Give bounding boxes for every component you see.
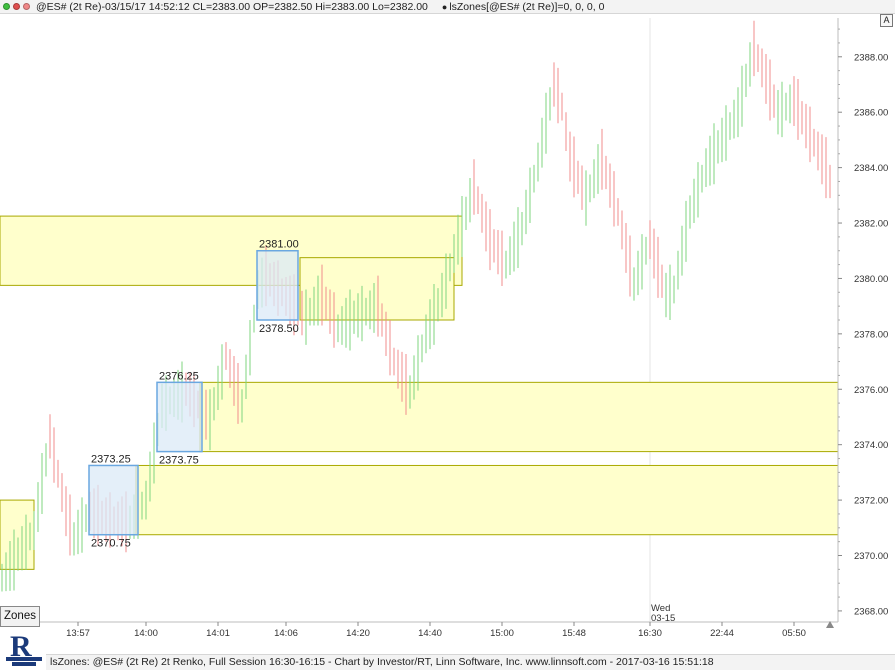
status-bar: lsZones: @ES# (2t Re) 2t Renko, Full Ses…	[46, 654, 895, 670]
zone-rect	[135, 464, 839, 536]
price-tick-label: 2382.00	[854, 219, 888, 230]
price-tick-label: 2378.00	[854, 329, 888, 340]
time-tick-label: 15:48	[562, 628, 586, 639]
session-date-label: 03-15	[651, 613, 675, 624]
box-top-label: 2376.25	[159, 370, 199, 382]
box-bottom-label: 2373.75	[159, 455, 199, 467]
time-tick-label: 15:00	[490, 628, 514, 639]
price-tick-label: 2376.00	[854, 385, 888, 396]
status-dot-red-icon	[23, 3, 30, 10]
time-tick-label: 14:06	[274, 628, 298, 639]
price-tick-label: 2386.00	[854, 108, 888, 119]
investor-rt-logo-icon: R	[6, 630, 42, 666]
price-tick-label: 2384.00	[854, 163, 888, 174]
price-axis: 2368.00 2370.00 2372.00 2374.00 2376.00 2378.…	[837, 18, 888, 622]
box-bottom-label: 2378.50	[259, 323, 299, 335]
time-tick-label: 14:00	[134, 628, 158, 639]
time-tick-label: 14:01	[206, 628, 230, 639]
price-tick-label: 2370.00	[854, 551, 888, 562]
title-bar: @ES# (2t Re)-03/15/17 14:52:12 CL=2383.0…	[0, 0, 895, 14]
time-tick-label: 05:50	[782, 628, 806, 639]
zone-rect	[199, 381, 839, 453]
price-tick-label: 2368.00	[854, 606, 888, 617]
time-tick-label: 14:40	[418, 628, 442, 639]
zone-rect	[299, 257, 455, 321]
status-dot-green-icon	[3, 3, 10, 10]
box-bottom-label: 2370.75	[91, 538, 131, 550]
renko-chart[interactable]: 2381.00 2378.50 2376.25 2373.75 2373.25 2370.…	[0, 14, 895, 654]
indicator-glyph-icon: ●	[441, 1, 448, 12]
zones-button[interactable]: Zones	[0, 606, 40, 627]
price-tick-label: 2374.00	[854, 440, 888, 451]
price-tick-label: 2380.00	[854, 274, 888, 285]
time-axis: 13:57 14:00 14:01 14:06 14:20 14:40 15:00 15:48…	[0, 603, 838, 639]
box-rect	[256, 249, 299, 321]
price-tick-label: 2388.00	[854, 52, 888, 63]
box-top-label: 2381.00	[259, 239, 299, 251]
zone-rect	[0, 499, 35, 570]
box-rect	[88, 464, 139, 536]
time-tick-label: 22:44	[710, 628, 734, 639]
time-tick-label: 16:30	[638, 628, 662, 639]
indicator-readout: lsZones[@ES# (2t Re)]=0, 0, 0, 0	[449, 0, 605, 13]
box-top-label: 2373.25	[91, 453, 131, 465]
price-tick-label: 2372.00	[854, 496, 888, 507]
price-readout: @ES# (2t Re)-03/15/17 14:52:12 CL=2383.0…	[36, 0, 428, 13]
time-tick-label: 14:20	[346, 628, 370, 639]
time-tick-label: 13:57	[66, 628, 90, 639]
status-dot-red-icon	[13, 3, 20, 10]
box-rect	[156, 381, 203, 453]
